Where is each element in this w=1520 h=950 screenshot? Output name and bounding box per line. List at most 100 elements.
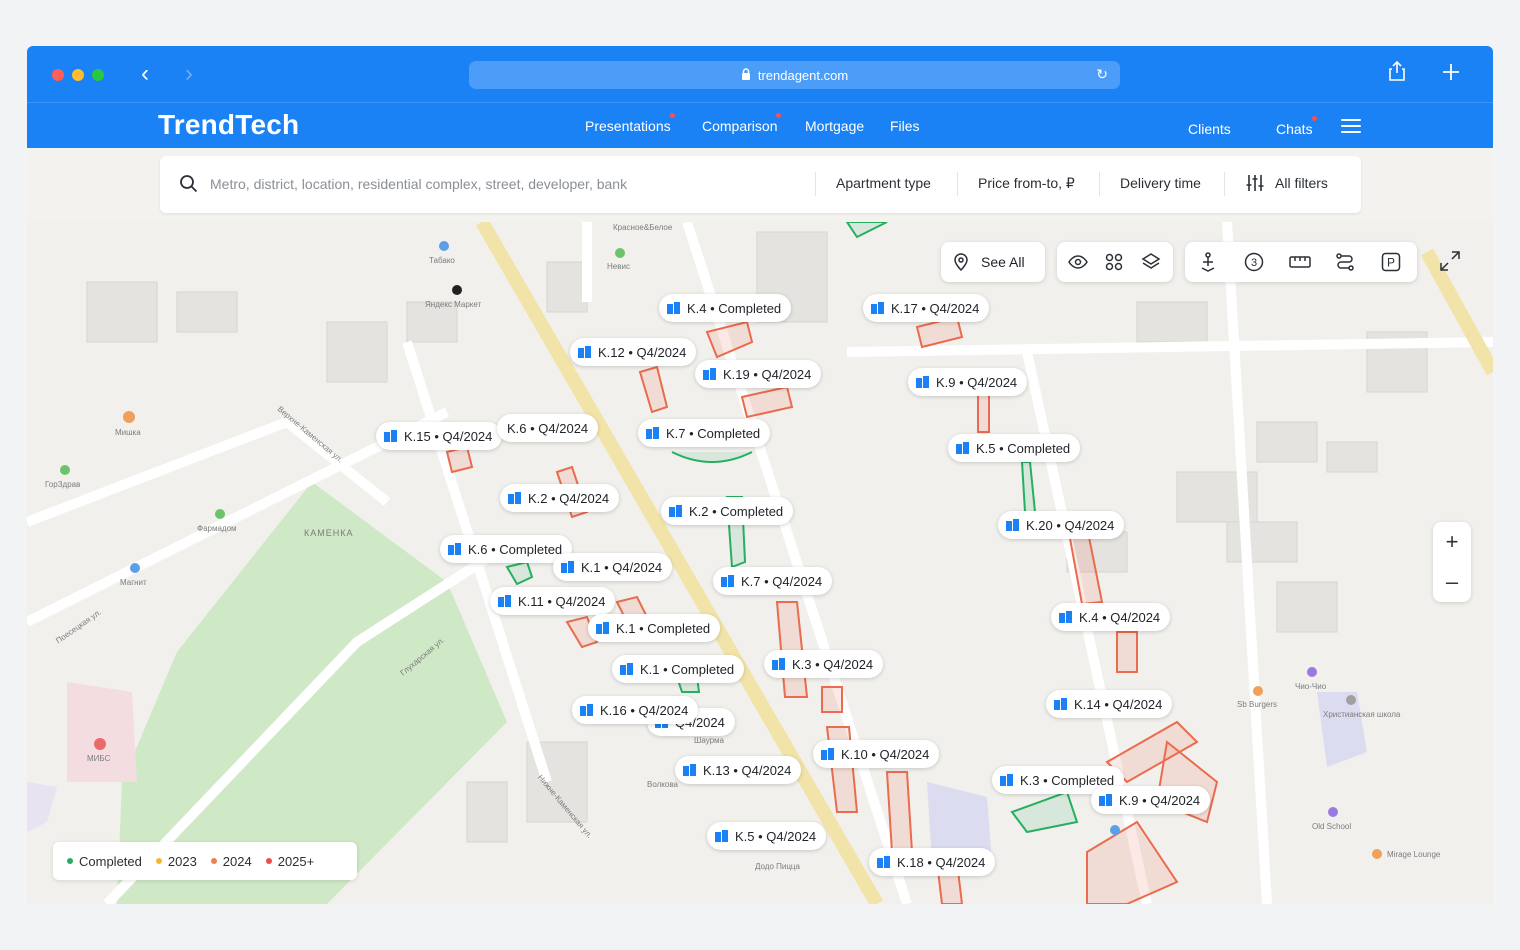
nav-presentations[interactable]: Presentations [585, 113, 675, 134]
project-pin[interactable]: K.20 • Q4/2024 [998, 511, 1125, 539]
notification-badge [669, 113, 675, 118]
project-pin[interactable]: K.18 • Q4/2024 [869, 848, 996, 876]
see-all-label: See All [981, 254, 1025, 270]
project-pin[interactable]: K.6 • Completed [440, 535, 573, 563]
legend-item: 2025+ [265, 854, 314, 869]
building-icon [871, 302, 884, 314]
building-icon [1054, 698, 1067, 710]
project-pin[interactable]: K.1 • Completed [612, 655, 745, 683]
notification-badge [1311, 116, 1317, 121]
number-three-icon[interactable]: 3 [1244, 252, 1264, 272]
address-bar[interactable]: trendagent.com ↻ [469, 61, 1120, 89]
maximize-window-button[interactable] [92, 69, 104, 81]
transit-icon[interactable] [1199, 252, 1217, 272]
ruler-icon[interactable] [1289, 255, 1311, 269]
menu-icon[interactable] [1341, 119, 1361, 133]
poi-label: Волкова [647, 780, 678, 789]
project-pin[interactable]: K.10 • Q4/2024 [813, 740, 940, 768]
building-icon [1000, 774, 1013, 786]
filter-delivery-time[interactable]: Delivery time [1120, 175, 1201, 191]
poi-label: Sb Burgers [1237, 700, 1278, 709]
window-controls [52, 69, 104, 81]
site-header: TrendTech Presentations Comparison Mortg… [27, 102, 1493, 148]
building-icon [877, 856, 890, 868]
legend-swatch [265, 858, 272, 864]
layers-icon[interactable] [1141, 252, 1161, 272]
project-pin[interactable]: K.5 • Completed [948, 434, 1081, 462]
poi-label: Фармадом [197, 524, 237, 533]
zoom-in-button[interactable]: + [1433, 522, 1471, 562]
building-icon [715, 830, 728, 842]
sliders-icon [1246, 175, 1264, 191]
project-pin[interactable]: K.13 • Q4/2024 [675, 756, 802, 784]
nav-comparison[interactable]: Comparison [702, 113, 782, 134]
project-pin[interactable]: K.2 • Completed [661, 497, 794, 525]
map-view[interactable]: Табако Невис Яндекс Маркет Красное&Белое… [27, 222, 1493, 904]
back-arrow-icon[interactable]: ‹ [133, 60, 157, 88]
browser-window: ‹ › trendagent.com ↻ TrendTech Presentat… [27, 46, 1493, 904]
see-all-button[interactable]: See All [941, 242, 1045, 282]
building-icon [916, 376, 929, 388]
project-pin[interactable]: K.7 • Q4/2024 [713, 567, 833, 595]
building-icon [498, 595, 511, 607]
site-logo[interactable]: TrendTech [158, 109, 299, 141]
poi-label: Магнит [120, 578, 147, 587]
parking-icon[interactable]: P [1381, 252, 1401, 272]
route-icon[interactable] [1335, 252, 1355, 272]
new-tab-icon[interactable] [1442, 60, 1460, 88]
zoom-out-button[interactable]: – [1433, 562, 1471, 602]
building-icon [1099, 794, 1112, 806]
poi-label: Чио-Чио [1295, 682, 1327, 691]
project-pin[interactable]: K.7 • Completed [638, 419, 771, 447]
poi-label: Христианская школа [1323, 710, 1401, 719]
hospital-area [67, 682, 137, 782]
building-icon [721, 575, 734, 587]
project-pin[interactable]: K.9 • Q4/2024 [1091, 786, 1211, 814]
project-pin[interactable]: K.3 • Q4/2024 [764, 650, 884, 678]
minimize-window-button[interactable] [72, 69, 84, 81]
map-base-layer [27, 222, 1493, 904]
search-input[interactable] [210, 172, 790, 196]
building-icon [561, 561, 574, 573]
all-filters-button[interactable]: All filters [1245, 173, 1328, 193]
project-pin[interactable]: K.1 • Completed [588, 614, 721, 642]
building-icon [667, 302, 680, 314]
project-pin[interactable]: K.5 • Q4/2024 [707, 822, 827, 850]
nav-files[interactable]: Files [890, 118, 920, 134]
share-icon[interactable] [1389, 60, 1405, 88]
project-pin[interactable]: K.19 • Q4/2024 [695, 360, 822, 388]
project-pin[interactable]: K.14 • Q4/2024 [1046, 690, 1173, 718]
nav-mortgage[interactable]: Mortgage [805, 118, 864, 134]
filter-price[interactable]: Price from-to, ₽ [978, 175, 1075, 192]
project-pin[interactable]: K.9 • Q4/2024 [908, 368, 1028, 396]
fullscreen-icon[interactable] [1439, 250, 1461, 272]
project-pin[interactable]: K.17 • Q4/2024 [863, 294, 990, 322]
building-icon [596, 622, 609, 634]
project-pin[interactable]: K.12 • Q4/2024 [570, 338, 697, 366]
forward-arrow-icon[interactable]: › [177, 60, 201, 88]
location-pin-icon [954, 253, 968, 271]
project-pin[interactable]: K.6 • Q4/2024 [497, 414, 599, 442]
filter-apartment-type[interactable]: Apartment type [836, 175, 931, 191]
poi-label: ГорЗдрав [45, 480, 81, 489]
building-icon [580, 704, 593, 716]
project-pin[interactable]: K.1 • Q4/2024 [553, 553, 673, 581]
project-pin[interactable]: K.2 • Q4/2024 [500, 484, 620, 512]
project-pin[interactable]: K.11 • Q4/2024 [490, 587, 616, 615]
layer-tools [1057, 242, 1173, 282]
nav-chats[interactable]: Chats [1276, 116, 1317, 137]
poi-label: Красное&Белое [613, 223, 673, 232]
nav-clients[interactable]: Clients [1188, 121, 1231, 137]
project-pin[interactable]: K.4 • Completed [659, 294, 792, 322]
grid-icon[interactable] [1105, 253, 1123, 271]
eye-icon[interactable] [1068, 253, 1088, 271]
close-window-button[interactable] [52, 69, 64, 81]
building-icon [1059, 611, 1072, 623]
reload-icon[interactable]: ↻ [1096, 66, 1108, 83]
browser-toolbar: ‹ › trendagent.com ↻ [27, 46, 1493, 102]
project-pin[interactable]: K.16 • Q4/2024 [572, 696, 699, 724]
project-pin[interactable]: K.15 • Q4/2024 [376, 422, 503, 450]
project-pin[interactable]: K.4 • Q4/2024 [1051, 603, 1171, 631]
legend-swatch [155, 858, 162, 864]
building-icon [646, 427, 659, 439]
